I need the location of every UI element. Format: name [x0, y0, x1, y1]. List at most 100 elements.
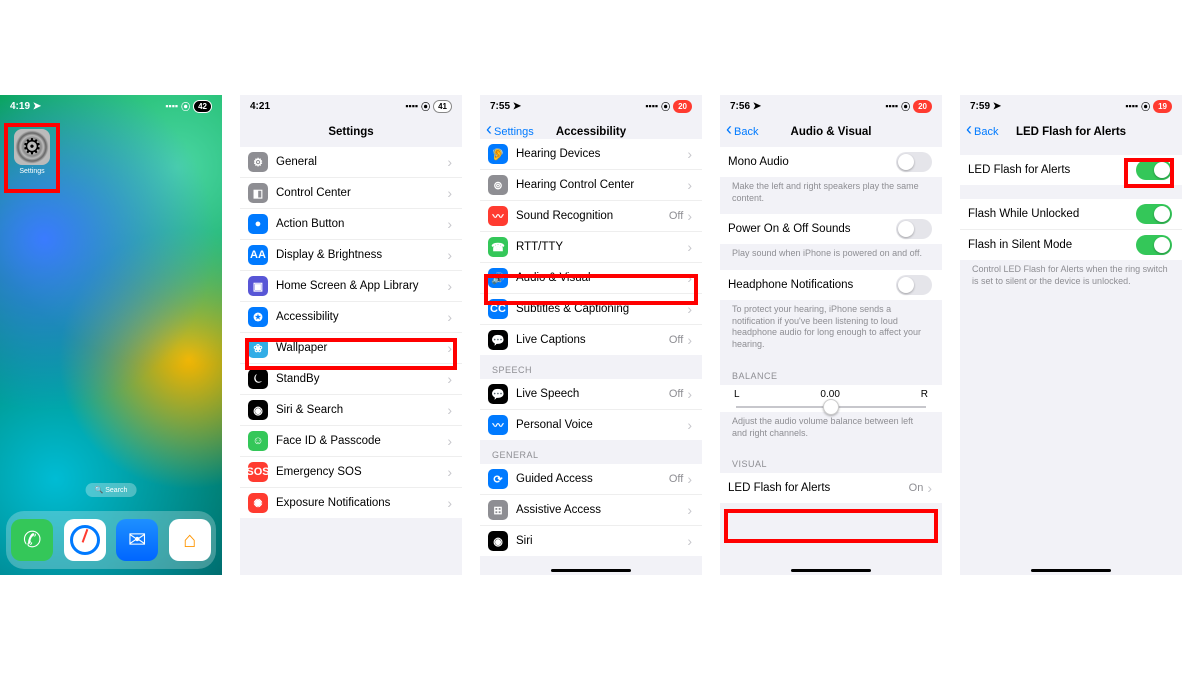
home-indicator: [1031, 569, 1111, 572]
footer-mono: Make the left and right speakers play th…: [720, 177, 942, 214]
chevron-right-icon: ›: [447, 371, 452, 387]
section-speech: SPEECH: [480, 355, 702, 379]
settings-row-3[interactable]: AADisplay & Brightness›: [240, 240, 462, 271]
settings-row-10[interactable]: SOSEmergency SOS›: [240, 457, 462, 488]
gen-row-0[interactable]: ⟳Guided AccessOff›: [480, 464, 702, 495]
chevron-right-icon: ›: [687, 533, 692, 549]
settings-label-1: Control Center: [276, 187, 447, 199]
settings-icon-6: ❀: [248, 338, 268, 358]
chevron-right-icon: ›: [687, 239, 692, 255]
chevron-right-icon: ›: [447, 464, 452, 480]
toggle-flash-silent[interactable]: [1136, 235, 1172, 255]
hear-label-4: Audio & Visual: [516, 272, 687, 284]
row-led-flash[interactable]: LED Flash for Alerts On ›: [720, 473, 942, 503]
hear-row-5[interactable]: CCSubtitles & Captioning›: [480, 294, 702, 325]
chevron-right-icon: ›: [447, 154, 452, 170]
chevron-right-icon: ›: [687, 270, 692, 286]
hear-icon-5: CC: [488, 299, 508, 319]
speech-row-0[interactable]: 💬Live SpeechOff›: [480, 379, 702, 410]
location-icon: ➤: [33, 101, 41, 112]
hear-row-1[interactable]: ⊚Hearing Control Center›: [480, 170, 702, 201]
settings-row-7[interactable]: ⏾StandBy›: [240, 364, 462, 395]
back-button[interactable]: Back: [966, 117, 998, 147]
settings-icon-5: ✪: [248, 307, 268, 327]
settings-row-9[interactable]: ☺Face ID & Passcode›: [240, 426, 462, 457]
chevron-right-icon: ›: [447, 433, 452, 449]
hear-label-3: RTT/TTY: [516, 241, 687, 253]
footer-balance: Adjust the audio volume balance between …: [720, 412, 942, 449]
page-title: LED Flash for Alerts: [1016, 126, 1126, 138]
row-led-flash-alerts[interactable]: LED Flash for Alerts: [960, 155, 1182, 185]
section-visual: VISUAL: [720, 449, 942, 473]
wifi-icon: ⦿: [421, 100, 430, 113]
chevron-right-icon: ›: [687, 332, 692, 348]
hear-label-0: Hearing Devices: [516, 148, 687, 160]
chevron-right-icon: ›: [447, 247, 452, 263]
settings-list[interactable]: ⚙General›◧Control Center› ● Action Button ›…: [240, 147, 462, 518]
battery-pill: 41: [433, 100, 452, 113]
phone-audio-visual: 7:56 ➤ ▪▪▪▪ ⦿ 20 Back Audio & Visual Mon…: [720, 95, 942, 575]
hear-row-0[interactable]: 🦻Hearing Devices›: [480, 139, 702, 170]
signal-icon: ▪▪▪▪: [1125, 101, 1138, 111]
hear-row-4[interactable]: 🔊Audio & Visual›: [480, 263, 702, 294]
hear-value-2: Off: [669, 210, 683, 222]
settings-icon-2: ●: [248, 214, 268, 234]
speech-icon-0: 💬: [488, 384, 508, 404]
safari-app-icon[interactable]: [64, 519, 106, 561]
general-list[interactable]: ⟳Guided AccessOff›⊞Assistive Access›◉Sir…: [480, 464, 702, 556]
settings-row-5[interactable]: ✪Accessibility›: [240, 302, 462, 333]
toggle-flash-unlocked[interactable]: [1136, 204, 1172, 224]
toggle-power[interactable]: [896, 219, 932, 239]
speech-icon-1: 〰: [488, 415, 508, 435]
toggle-mono[interactable]: [896, 152, 932, 172]
speech-row-1[interactable]: 〰Personal Voice›: [480, 410, 702, 440]
spotlight-search[interactable]: 🔍 Search: [86, 483, 137, 497]
status-time: 4:21: [250, 101, 270, 112]
chevron-right-icon: ›: [927, 480, 932, 496]
gen-row-1[interactable]: ⊞Assistive Access›: [480, 495, 702, 526]
balance-thumb[interactable]: [823, 399, 839, 415]
row-power-sounds[interactable]: Power On & Off Sounds: [720, 214, 942, 244]
settings-row-11[interactable]: ✺Exposure Notifications›: [240, 488, 462, 518]
status-time: 7:59: [970, 101, 990, 112]
gen-row-2[interactable]: ◉Siri›: [480, 526, 702, 556]
balance-L: L: [734, 389, 740, 400]
balance-slider[interactable]: L 0.00 R: [720, 385, 942, 412]
hear-row-3[interactable]: ☎RTT/TTY›: [480, 232, 702, 263]
settings-row-2[interactable]: ●Action Button›: [240, 209, 462, 240]
nav-header: Settings: [240, 117, 462, 147]
settings-row-4[interactable]: ▣Home Screen & App Library›: [240, 271, 462, 302]
chevron-right-icon: ›: [687, 177, 692, 193]
settings-label-2: Action Button: [276, 218, 447, 230]
row-mono-audio[interactable]: Mono Audio: [720, 147, 942, 177]
settings-row-6[interactable]: ❀Wallpaper›: [240, 333, 462, 364]
settings-label-6: Wallpaper: [276, 342, 447, 354]
status-bar: 4:19 ➤ ▪▪▪▪ ⦿ 42: [0, 95, 222, 117]
toggle-headphone[interactable]: [896, 275, 932, 295]
settings-label-4: Home Screen & App Library: [276, 280, 447, 292]
settings-icon-8: ◉: [248, 400, 268, 420]
settings-row-0[interactable]: ⚙General›: [240, 147, 462, 178]
row-headphone-notifications[interactable]: Headphone Notifications: [720, 270, 942, 300]
toggle-led-flash[interactable]: [1136, 160, 1172, 180]
speech-list[interactable]: 💬Live SpeechOff›〰Personal Voice›: [480, 379, 702, 440]
section-balance: BALANCE: [720, 361, 942, 385]
settings-row-1[interactable]: ◧Control Center›: [240, 178, 462, 209]
home-app-icon[interactable]: ⌂: [169, 519, 211, 561]
chevron-left-icon: [966, 126, 972, 138]
row-flash-silent[interactable]: Flash in Silent Mode: [960, 230, 1182, 260]
wifi-icon: ⦿: [901, 100, 910, 113]
balance-track: [736, 406, 926, 408]
back-button[interactable]: Back: [726, 117, 758, 147]
phone-app-icon[interactable]: ✆: [11, 519, 53, 561]
settings-row-8[interactable]: ◉Siri & Search›: [240, 395, 462, 426]
section-general: GENERAL: [480, 440, 702, 464]
hearing-list[interactable]: 🦻Hearing Devices›⊚Hearing Control Center…: [480, 139, 702, 355]
speech-label-0: Live Speech: [516, 388, 669, 400]
hear-row-6[interactable]: 💬Live CaptionsOff›: [480, 325, 702, 355]
mail-app-icon[interactable]: ✉︎: [116, 519, 158, 561]
row-flash-unlocked[interactable]: Flash While Unlocked: [960, 199, 1182, 230]
gen-icon-2: ◉: [488, 531, 508, 551]
speech-label-1: Personal Voice: [516, 419, 687, 431]
hear-row-2[interactable]: 〰Sound RecognitionOff›: [480, 201, 702, 232]
